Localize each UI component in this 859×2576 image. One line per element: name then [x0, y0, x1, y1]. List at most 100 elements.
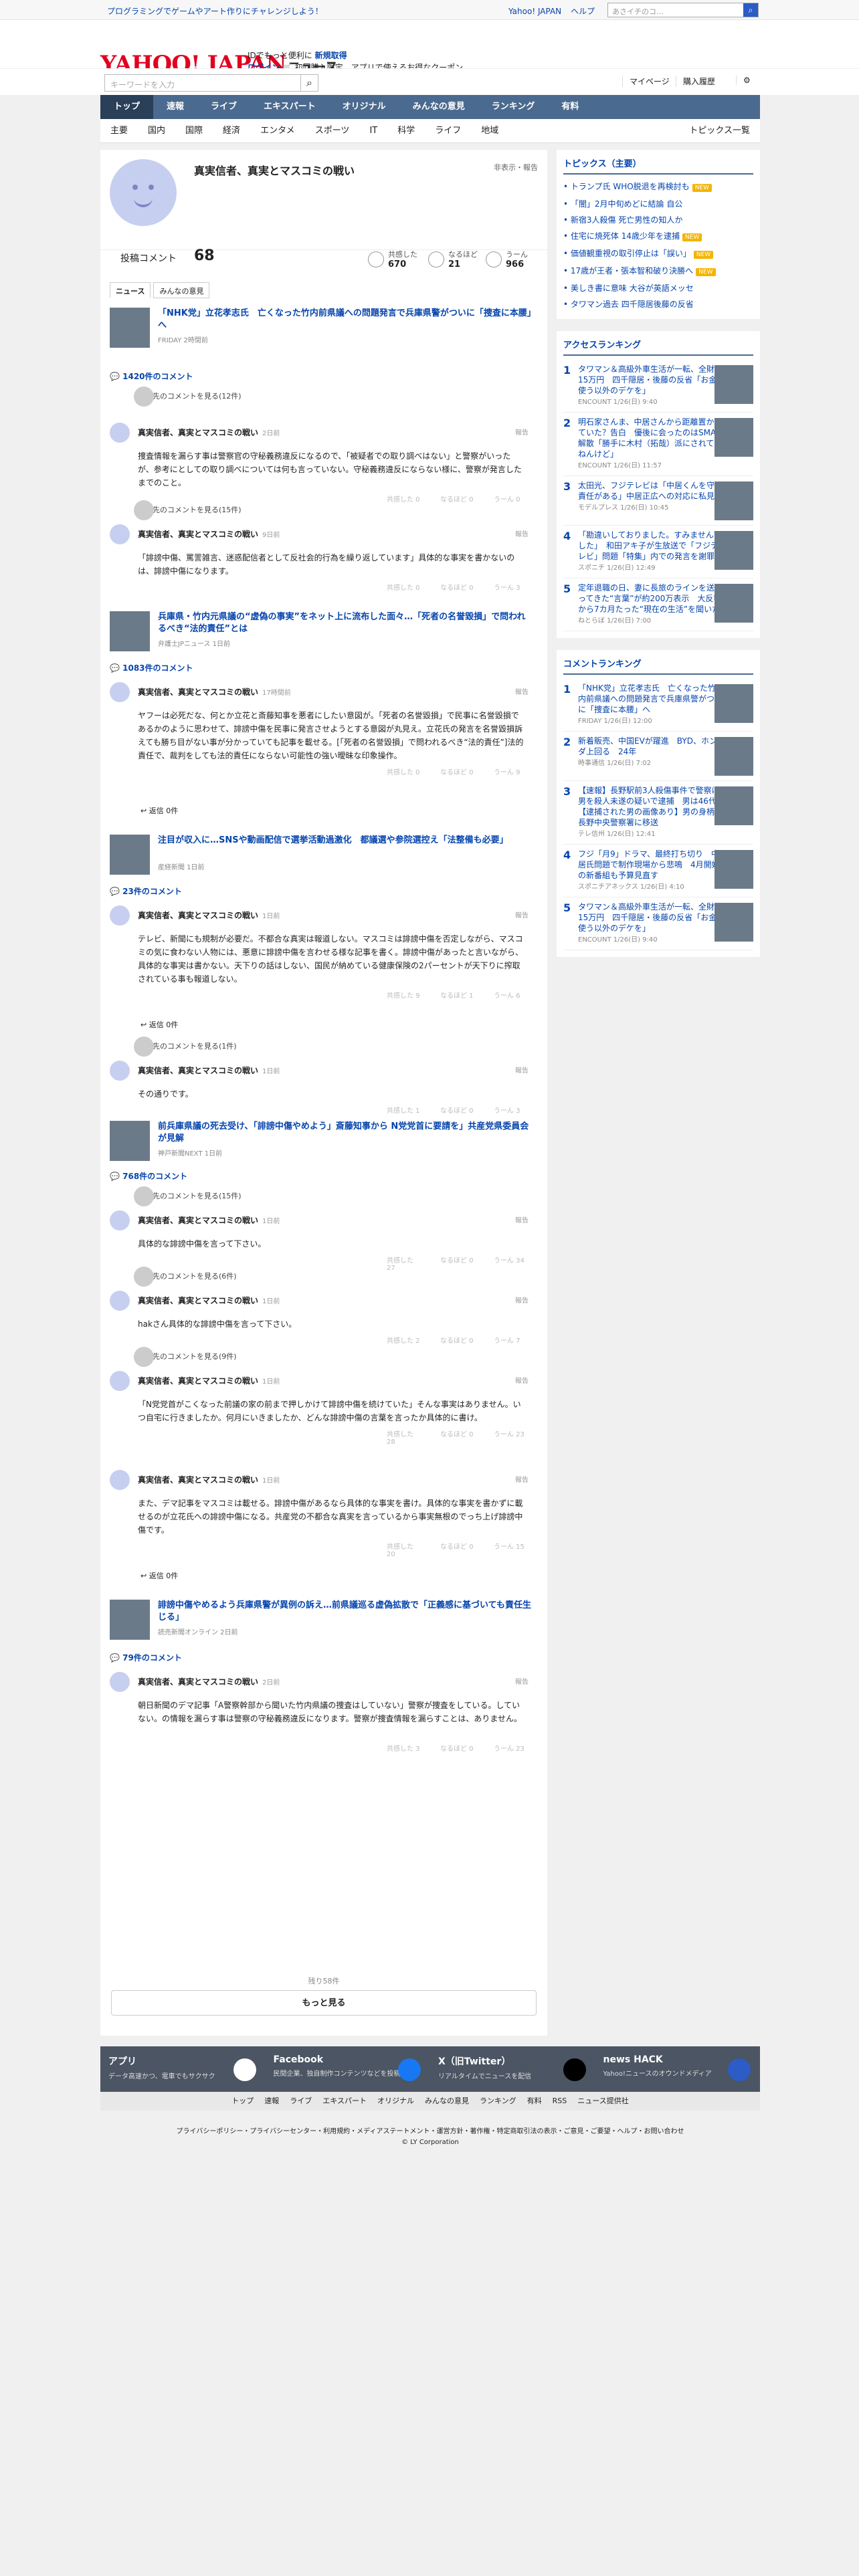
article-link[interactable]: 「NHK党」立花孝志氏 亡くなった竹内前県議への問題発言で兵庫県警がついに「捜査…: [110, 308, 538, 348]
report-link[interactable]: 報告: [515, 1474, 529, 1484]
comment-count-link[interactable]: 💬 79件のコメント: [110, 1652, 182, 1663]
vote-hmm[interactable]: うーん 23: [494, 1428, 529, 1446]
report-link[interactable]: 報告: [515, 528, 529, 538]
vote-insight[interactable]: なるほど 0: [440, 1105, 475, 1115]
cat-science[interactable]: 科学: [387, 119, 425, 142]
ranking-thumbnail[interactable]: [714, 531, 753, 570]
vote-insight[interactable]: なるほど 0: [440, 1255, 475, 1272]
footer-newshack[interactable]: news HACK Yahoo!ニュースのオウンドメディア: [595, 2046, 761, 2092]
ranking-item[interactable]: 2 新着販売、中国EVが躍進 BYD、ホンダ上回る 24年 時事通信 1/26(日)…: [563, 732, 753, 781]
search-icon[interactable]: ⌕: [300, 75, 318, 91]
ranking-title[interactable]: 新着販売、中国EVが躍進 BYD、ホンダ上回る 24年 時事通信 1/26(日) …: [578, 736, 723, 776]
topic-link[interactable]: • 価値観重視の取引停止は「誤い」 NEW: [563, 245, 753, 263]
article-thumbnail[interactable]: [110, 308, 150, 348]
vote-agree[interactable]: 共感した 2: [387, 1335, 421, 1345]
ranking-thumbnail[interactable]: [714, 584, 753, 623]
vote-insight[interactable]: なるほど 0: [440, 1428, 475, 1446]
reply-button[interactable]: ↩ 返信 0件: [140, 1570, 178, 1581]
ranking-title[interactable]: 定年退職の日、妻に長旅のラインを送ってきた“言葉”が約200万表示 大反響から7…: [578, 582, 723, 627]
promo-link[interactable]: プログラミングでゲームやアート作りにチャレンジしよう！: [107, 5, 323, 17]
view-parent-comment-link[interactable]: 返信先のコメントを見る(15件): [134, 500, 242, 520]
vote-hmm[interactable]: うーん 0: [494, 494, 529, 504]
footer-nav-item[interactable]: オリジナル: [377, 2097, 414, 2105]
vote-agree[interactable]: 共感した 28: [387, 1428, 421, 1446]
view-parent-comment-link[interactable]: 返信先のコメントを見る(6件): [134, 1267, 237, 1287]
article-thumbnail[interactable]: [110, 1121, 150, 1161]
gear-icon[interactable]: ⚙: [736, 76, 751, 85]
footer-facebook[interactable]: Facebook 民間企業、独自制作コンテンツなどを投稿: [266, 2046, 431, 2092]
cat-entertainment[interactable]: エンタメ: [250, 119, 305, 142]
ranking-title[interactable]: タワマン＆高級外車生活が一転、全財産15万円 四千隠居・後藤の反省「お金使う以外…: [578, 364, 723, 408]
mypage-button[interactable]: マイページ: [622, 76, 670, 87]
reply-button[interactable]: ↩ 返信 0件: [140, 1019, 178, 1030]
comment-author[interactable]: 真実信者、真実とマスコミの戦い 1日前: [138, 909, 280, 921]
vote-agree[interactable]: 共感した 9: [387, 990, 421, 1000]
vote-agree[interactable]: 共感した 27: [387, 1255, 421, 1272]
ranking-title[interactable]: 「勘違いしておりました。すみませんでした」 和田アキ子が生放送で「フジテレビ」問…: [578, 530, 723, 574]
footer-nav-item[interactable]: 速報: [264, 2097, 279, 2105]
topic-link[interactable]: • タワマン過去 四千隠居後藤の反省: [563, 296, 753, 312]
tab-expert[interactable]: エキスパート: [250, 95, 329, 119]
vote-hmm[interactable]: うーん 23: [494, 1743, 529, 1753]
ranking-item[interactable]: 4 フジ「月9」ドラマ、最終打ち切り 中居氏問題で制作現場から悲鳴 4月開始の新番…: [563, 845, 753, 897]
tab-original[interactable]: オリジナル: [329, 95, 399, 119]
help-link[interactable]: ヘルプ: [571, 7, 595, 16]
footer-x[interactable]: X（旧Twitter） リアルタイムでニュースを配信: [430, 2046, 595, 2092]
purchase-history-button[interactable]: 購入履歴: [676, 76, 715, 87]
vote-hmm[interactable]: うーん 9: [494, 766, 529, 776]
tab-opinions[interactable]: みんなの意見: [153, 282, 210, 298]
article-thumbnail[interactable]: [110, 611, 150, 651]
cat-main[interactable]: 主要: [100, 119, 138, 142]
comment-author[interactable]: 真実信者、真実とマスコミの戦い 1日前: [138, 1295, 280, 1306]
article-thumbnail[interactable]: [110, 1600, 150, 1640]
vote-insight[interactable]: なるほど 0: [440, 766, 475, 776]
article-link[interactable]: 誹謗中傷やめるよう兵庫県警が異例の訴え…前県議巡る虚偽拡散で「正義感に基づいても…: [110, 1600, 538, 1640]
tab-top[interactable]: トップ: [100, 95, 154, 119]
ranking-thumbnail[interactable]: [714, 481, 753, 520]
vote-agree[interactable]: 共感した 3: [387, 1743, 421, 1753]
vote-agree[interactable]: 共感した 0: [387, 766, 421, 776]
topic-link[interactable]: • 17歳が王者・張本智和破り決勝へ NEW: [563, 263, 753, 280]
topics-list-link[interactable]: トピックス一覧: [679, 119, 760, 142]
cat-world[interactable]: 国際: [175, 119, 213, 142]
topic-link[interactable]: • 住宅に焼死体 14歳少年を逮捕 NEW: [563, 228, 753, 245]
ranking-item[interactable]: 3 【速報】長野駅前3人殺傷事件で警察は男を殺人未遂の疑いで逮捕 男は46代 【逮…: [563, 781, 753, 845]
article-link[interactable]: 注目が収入に…SNSや動画配信で選挙活動過激化 都議選や参院選控え「法整備も必要…: [110, 835, 538, 875]
ranking-title[interactable]: フジ「月9」ドラマ、最終打ち切り 中居氏問題で制作現場から悲鳴 4月開始の新番組…: [578, 849, 723, 893]
ranking-title[interactable]: 「NHK党」立花孝志氏 亡くなった竹内前県議への問題発言で兵庫県警がついに「捜査…: [578, 683, 723, 727]
topic-link[interactable]: • 「闇」2月中旬めどに結論 自公: [563, 196, 753, 212]
vote-insight[interactable]: なるほど 0: [440, 582, 475, 592]
ranking-title[interactable]: 【速報】長野駅前3人殺傷事件で警察は男を殺人未遂の疑いで逮捕 男は46代 【逮捕…: [578, 785, 725, 840]
comment-author[interactable]: 真実信者、真実とマスコミの戦い 17時間前: [138, 686, 291, 697]
view-parent-comment-link[interactable]: 返信先のコメントを見る(15件): [134, 1186, 242, 1206]
article-title[interactable]: 誹謗中傷やめるよう兵庫県警が異例の訴え…前県議巡る虚偽拡散で「正義感に基づいても…: [158, 1600, 533, 1624]
load-more-button[interactable]: もっと見る: [111, 1990, 537, 2016]
vote-agree[interactable]: 共感した 1: [387, 1105, 421, 1115]
reply-button[interactable]: ↩ 返信 0件: [140, 805, 178, 816]
comment-author[interactable]: 真実信者、真実とマスコミの戦い 2日前: [138, 1676, 280, 1687]
tab-paid[interactable]: 有料: [548, 95, 592, 119]
report-link[interactable]: 報告: [515, 1676, 529, 1686]
vote-insight[interactable]: なるほど 0: [440, 1335, 475, 1345]
search-icon[interactable]: ⌕: [743, 3, 758, 17]
ranking-title[interactable]: 明石家さんま、中居さんから距離置かれていた？告白 優後に会ったのはSMAP解散「…: [578, 417, 723, 471]
ranking-item[interactable]: 3 太田光、フジテレビは「中居くんを守る責任がある」中居正広への対応に私見 モデルプ…: [563, 476, 753, 526]
report-link[interactable]: 報告: [515, 1214, 529, 1224]
article-title[interactable]: 兵庫県・竹内元県議の“虚偽の事実”をネット上に流布した面々…「死者の名誉毀損」で…: [158, 611, 533, 635]
comment-author[interactable]: 真実信者、真実とマスコミの戦い 1日前: [138, 1214, 280, 1226]
comment-count-link[interactable]: 💬 1420件のコメント: [110, 370, 193, 382]
vote-insight[interactable]: なるほど 0: [440, 1541, 475, 1558]
vote-hmm[interactable]: うーん 6: [494, 990, 529, 1000]
ranking-item[interactable]: 2 明石家さんま、中居さんから距離置かれていた？告白 優後に会ったのはSMAP解散…: [563, 413, 753, 476]
register-link[interactable]: 新規取得: [315, 51, 347, 60]
article-link[interactable]: 兵庫県・竹内元県議の“虚偽の事実”をネット上に流布した面々…「死者の名誉毀損」で…: [110, 611, 538, 651]
view-parent-comment-link[interactable]: 返信先のコメントを見る(9件): [134, 1347, 237, 1367]
ranking-thumbnail[interactable]: [714, 737, 753, 776]
cat-region[interactable]: 地域: [471, 119, 508, 142]
vote-insight[interactable]: なるほど 1: [440, 990, 475, 1000]
comment-author[interactable]: 真実信者、真実とマスコミの戦い 9日前: [138, 528, 280, 540]
yahoo-japan-link[interactable]: Yahoo! JAPAN: [508, 7, 561, 16]
ranking-title[interactable]: タワマン＆高級外車生活が一転、全財産15万円 四千隠居・後藤の反省「お金使う以外…: [578, 901, 723, 946]
comment-author[interactable]: 真実信者、真実とマスコミの戦い 1日前: [138, 1375, 280, 1386]
comment-count-link[interactable]: 💬 23件のコメント: [110, 885, 182, 897]
